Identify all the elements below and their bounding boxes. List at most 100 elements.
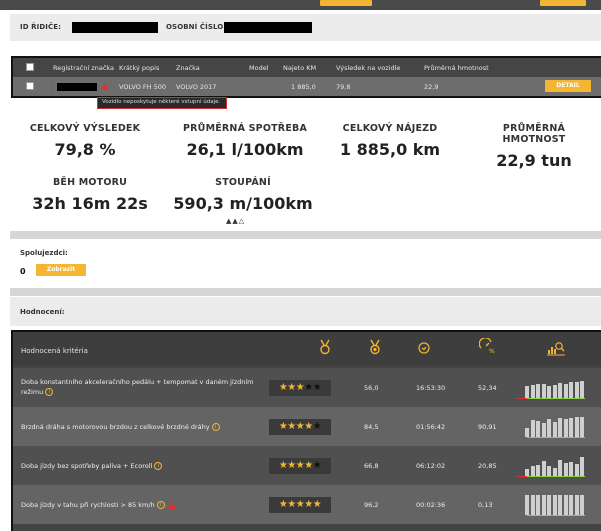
trend-bar <box>530 420 535 437</box>
star-rating: ★★★★★ <box>269 380 331 396</box>
col-model[interactable]: Model <box>249 64 269 72</box>
rating-percent: 0,13 <box>478 501 493 509</box>
col-short-description[interactable]: Krátký popis <box>119 64 159 72</box>
redacted-registration-plate <box>57 83 97 91</box>
trend-bar <box>569 418 573 437</box>
stat-total-result-title: CELKOVÝ VÝSLEDEK <box>29 123 141 134</box>
warning-icon[interactable] <box>167 501 176 509</box>
missing-data-tooltip: Vozidlo neposkytuje některé vstupní údaj… <box>97 97 227 109</box>
rating-row: Doba konstantního akceleračního pedálu +… <box>13 368 601 407</box>
redacted-personal-number <box>224 22 312 33</box>
driver-id-label: ID ŘIDIČE: <box>20 23 61 31</box>
star-filled-icon: ★ <box>295 382 305 393</box>
show-codrivers-button[interactable]: Zobrazit <box>36 264 86 276</box>
top-toolbar-strip <box>0 0 601 10</box>
trend-bar <box>536 465 540 476</box>
rating-time: 00:02:36 <box>416 501 446 509</box>
vehicle-km: 1 885,0 <box>291 83 316 91</box>
trend-bar <box>580 495 584 515</box>
star-filled-icon: ★ <box>295 421 305 432</box>
ratings-label-bar: Hodnocení: <box>10 297 601 326</box>
vehicle-avg-weight: 22,9 <box>424 83 439 91</box>
percent-gauge-icon[interactable]: % <box>479 338 495 354</box>
trend-target-line <box>527 398 585 399</box>
star-filled-icon: ★ <box>287 382 296 393</box>
star-rating: ★★★★★ <box>269 419 331 435</box>
info-icon[interactable]: i <box>45 388 54 396</box>
rating-criterion-text: Doba konstantního akceleračního pedálu +… <box>21 378 254 396</box>
stat-engine-run-title: BĚH MOTORU <box>52 177 128 188</box>
trend-bar <box>547 419 551 437</box>
info-icon[interactable]: i <box>211 423 220 431</box>
stat-total-result: CELKOVÝ VÝSLEDEK 79,8 % <box>20 123 150 159</box>
rating-trend-bars <box>517 417 585 438</box>
trend-bar <box>563 384 568 398</box>
detail-button[interactable]: DETAIL <box>545 80 591 92</box>
rating-score: 56,0 <box>364 384 379 392</box>
trend-bar <box>558 495 562 515</box>
medal-outline-icon[interactable] <box>319 339 331 355</box>
rating-percent: 90,91 <box>478 423 497 431</box>
stat-total-distance-title: CELKOVÝ NÁJEZD <box>342 123 438 134</box>
trend-target-line <box>527 476 585 477</box>
col-vehicle-result[interactable]: Výsledek na vozidle <box>336 64 400 72</box>
trend-bar <box>530 466 535 476</box>
col-registration[interactable]: Registrační značka <box>53 64 114 72</box>
stat-total-distance: CELKOVÝ NÁJEZD 1 885,0 km <box>330 123 450 159</box>
svg-text:%: % <box>489 348 495 354</box>
trend-bar <box>574 417 579 437</box>
star-filled-icon: ★ <box>304 499 313 510</box>
trend-bar <box>569 382 573 398</box>
stat-avg-consumption-title: PRŮMĚRNÁ SPOTŘEBA <box>182 123 308 134</box>
section-divider <box>10 288 601 296</box>
trend-bar <box>558 383 562 398</box>
star-filled-icon: ★ <box>295 460 305 471</box>
trend-bar <box>552 468 557 476</box>
trend-bar <box>525 469 529 476</box>
stat-climb: STOUPÁNÍ 590,3 m/100km <box>168 177 318 213</box>
rating-trend-bars <box>517 378 585 399</box>
trend-target-line <box>527 437 585 438</box>
col-brand[interactable]: Značka <box>176 64 200 72</box>
trend-bar <box>547 495 551 515</box>
warning-icon[interactable] <box>101 83 109 90</box>
trend-bar <box>541 495 546 515</box>
star-empty-icon: ★ <box>312 460 322 471</box>
col-avg-weight[interactable]: Průměrná hmotnost <box>424 64 489 72</box>
vehicles-table: Registrační značka Krátký popis Značka M… <box>11 56 601 98</box>
medal-icon[interactable] <box>369 339 381 355</box>
clock-icon[interactable] <box>418 342 430 354</box>
trend-bar <box>536 421 540 437</box>
info-icon[interactable]: i <box>154 462 163 470</box>
info-icon[interactable]: i <box>156 501 165 509</box>
codrivers-count: 0 <box>20 267 26 276</box>
trend-bar <box>536 495 540 515</box>
stat-avg-weight: PRŮMĚRNÁ HMOTNOST 22,9 tun <box>470 123 598 170</box>
stat-avg-weight-value: 22,9 tun <box>496 151 572 170</box>
rating-percent: 20,85 <box>478 462 497 470</box>
bar-chart-icon[interactable] <box>546 340 566 356</box>
personal-number-label: OSOBNÍ ČÍSLO: <box>166 23 227 31</box>
trend-bar <box>541 461 546 476</box>
col-km[interactable]: Najeto KM <box>283 64 316 72</box>
trend-bar <box>569 495 573 515</box>
rating-time: 06:12:02 <box>416 462 446 470</box>
trend-bar <box>552 385 557 398</box>
toolbar-button[interactable] <box>320 0 372 6</box>
star-empty-icon: ★ <box>312 382 322 393</box>
criteria-header: Hodnocená kritéria <box>21 347 88 355</box>
stat-climb-title: STOUPÁNÍ <box>215 177 271 188</box>
star-filled-icon: ★ <box>287 421 296 432</box>
trend-bar <box>525 428 529 437</box>
star-empty-icon: ★ <box>312 421 322 432</box>
trend-bar <box>574 464 579 476</box>
star-filled-icon: ★ <box>295 499 305 510</box>
toolbar-button[interactable] <box>540 0 586 6</box>
select-all-checkbox[interactable] <box>26 63 34 71</box>
redacted-driver-id <box>72 22 158 33</box>
rating-time: 16:53:30 <box>416 384 446 392</box>
vehicle-row-checkbox[interactable] <box>26 82 34 90</box>
trend-bar <box>525 386 529 398</box>
rating-trend-bars <box>517 495 585 516</box>
trend-bar <box>558 418 562 437</box>
